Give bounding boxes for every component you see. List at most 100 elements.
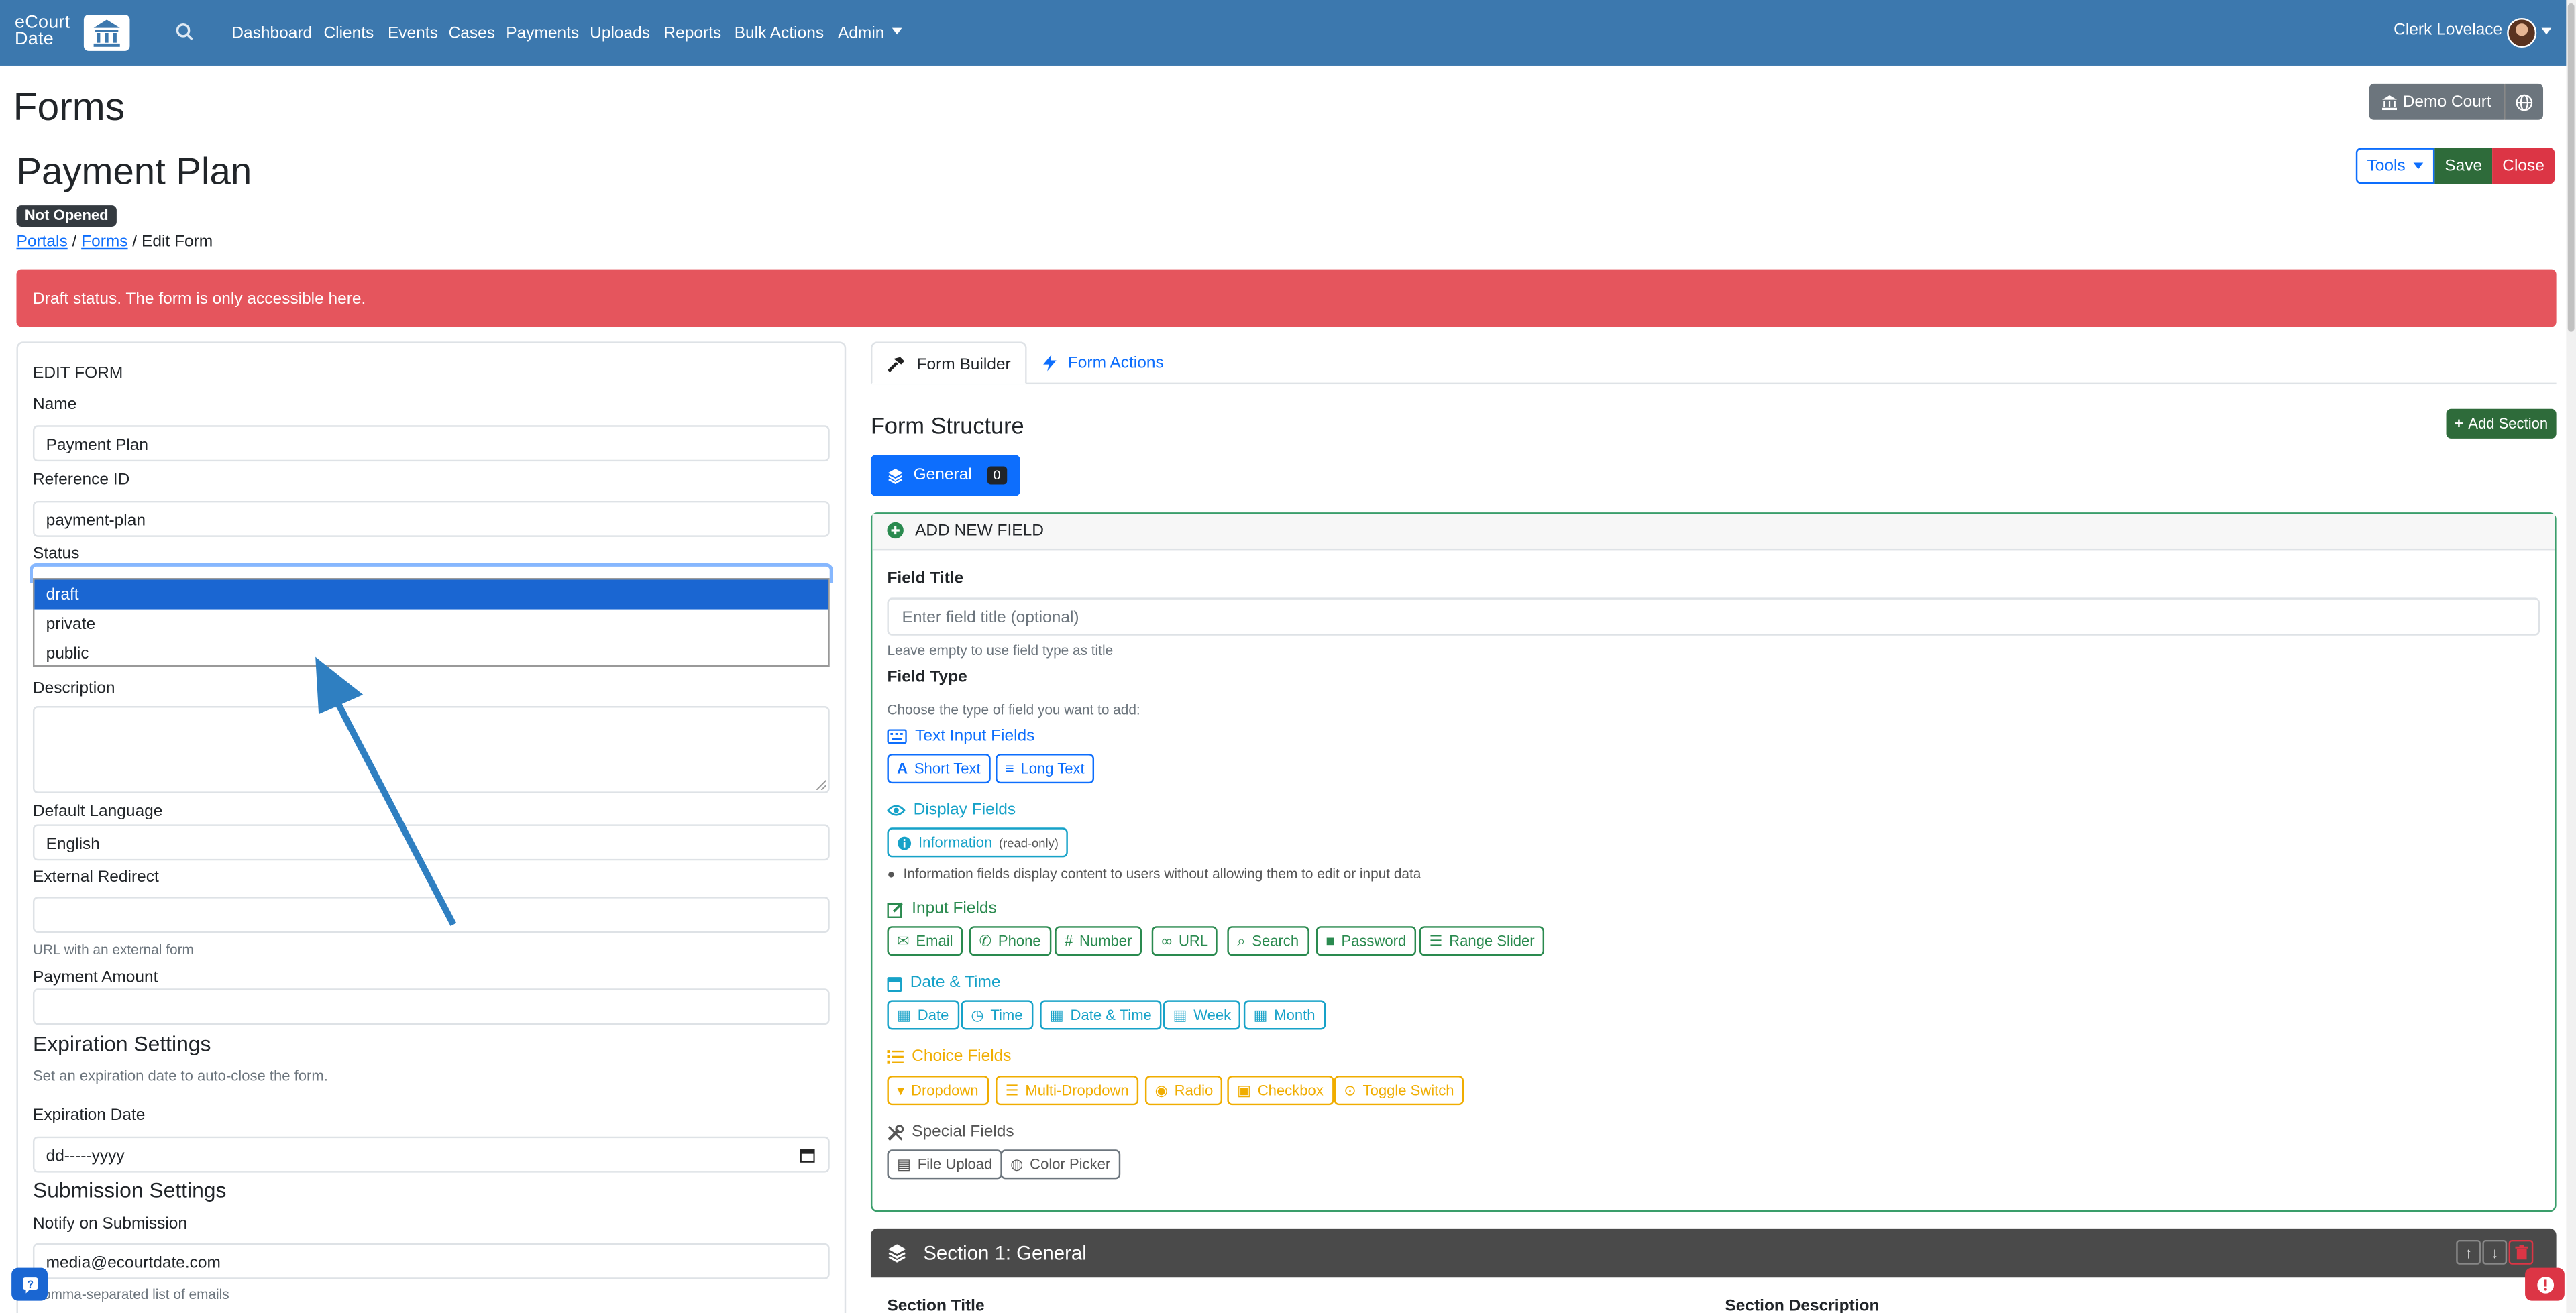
nav-uploads[interactable]: Uploads <box>590 25 650 43</box>
plus-icon: + <box>2455 415 2463 433</box>
tools-icon <box>888 1124 904 1140</box>
demo-court-button[interactable]: Demo Court <box>2369 83 2504 120</box>
dropdown-field-button[interactable]: ▾ Dropdown <box>887 1076 989 1106</box>
time-field-button[interactable]: ◷ Time <box>961 1000 1033 1030</box>
information-button[interactable]: Information (read-only) <box>887 827 1069 858</box>
reference-id-input[interactable]: payment-plan <box>32 500 830 537</box>
toggle-switch-field-button[interactable]: ⊙ Toggle Switch <box>1334 1076 1464 1106</box>
breadcrumb-current: Edit Form <box>141 233 213 251</box>
name-label: Name <box>32 396 77 414</box>
week-field-button[interactable]: ▦ Week <box>1163 1000 1241 1030</box>
short-text-button[interactable]: A Short Text <box>887 754 991 784</box>
page-scrollbar[interactable] <box>2566 0 2576 1313</box>
section-title-label: Section Title <box>887 1297 985 1313</box>
breadcrumb-forms[interactable]: Forms <box>81 233 127 251</box>
email-field-button[interactable]: ✉ Email <box>887 926 963 956</box>
reference-id-label: Reference ID <box>32 471 130 490</box>
delete-section-button[interactable] <box>2508 1239 2534 1265</box>
calendar-month-icon: ▦ <box>1253 1006 1268 1023</box>
color-picker-field-button[interactable]: ◍ Color Picker <box>1000 1149 1120 1180</box>
move-section-down-button[interactable]: ↓ <box>2482 1239 2508 1265</box>
search-icon[interactable] <box>176 23 194 41</box>
text-input-fields-group: Text Input Fields <box>887 728 1034 746</box>
hash-icon: # <box>1064 933 1073 950</box>
radio-field-button[interactable]: ◉ Radio <box>1144 1076 1223 1106</box>
save-button[interactable]: Save <box>2434 148 2493 184</box>
status-label: Status <box>32 545 80 564</box>
calendar-icon <box>887 976 902 991</box>
nav-payments[interactable]: Payments <box>506 25 579 43</box>
display-fields-note: ● Information fields display content to u… <box>887 865 1421 882</box>
expiration-date-label: Expiration Date <box>32 1106 146 1125</box>
globe-button[interactable] <box>2504 83 2544 120</box>
status-option-draft[interactable]: draft <box>34 579 828 610</box>
section-tab-general[interactable]: General 0 <box>870 455 1020 496</box>
move-section-up-button[interactable]: ↑ <box>2456 1239 2481 1265</box>
field-type-help: Choose the type of field you want to add… <box>887 701 1140 718</box>
url-field-button[interactable]: ∞ URL <box>1151 926 1218 956</box>
nav-events[interactable]: Events <box>388 25 438 43</box>
list-icon: ☰ <box>1005 1081 1019 1098</box>
user-name[interactable]: Clerk Lovelace <box>2394 21 2502 40</box>
field-type-label: Field Type <box>887 668 967 687</box>
checkbox-field-button[interactable]: ▣ Checkbox <box>1227 1076 1334 1106</box>
payment-amount-input[interactable] <box>32 988 830 1025</box>
month-field-button[interactable]: ▦ Month <box>1243 1000 1326 1030</box>
add-field-header <box>872 514 2555 551</box>
file-upload-field-button[interactable]: ▤ File Upload <box>887 1149 1002 1180</box>
add-section-button[interactable]: + Add Section <box>2446 408 2557 439</box>
add-new-field-heading: ADD NEW FIELD <box>915 522 1044 540</box>
logo-text[interactable]: eCourt Date <box>15 14 70 48</box>
chevron-down-icon[interactable] <box>2541 25 2552 43</box>
resize-handle-icon <box>816 780 826 790</box>
calendar-icon: ▦ <box>897 1006 911 1023</box>
radio-icon: ◉ <box>1155 1081 1168 1098</box>
error-report-button[interactable] <box>2525 1267 2565 1301</box>
multi-dropdown-field-button[interactable]: ☰ Multi-Dropdown <box>996 1076 1139 1106</box>
nav-admin-dropdown[interactable]: Admin <box>838 25 903 43</box>
phone-field-button[interactable]: ✆ Phone <box>969 926 1051 956</box>
section-description-label: Section Description <box>1725 1297 1880 1313</box>
courthouse-icon <box>2381 94 2396 109</box>
section-header-bar <box>870 1228 2557 1278</box>
name-input[interactable]: Payment Plan <box>32 425 830 462</box>
calendar-icon <box>800 1149 815 1163</box>
breadcrumb-portals[interactable]: Portals <box>16 233 67 251</box>
tools-dropdown-button[interactable]: Tools <box>2355 148 2435 184</box>
date-time-group: Date & Time <box>887 974 1001 992</box>
lock-icon: ■ <box>1326 933 1335 950</box>
tab-form-builder[interactable]: Form Builder <box>870 341 1027 385</box>
courthouse-logo-icon[interactable] <box>83 15 130 51</box>
tab-form-actions[interactable]: Form Actions <box>1035 341 1183 384</box>
display-fields-group: Display Fields <box>887 801 1016 819</box>
nav-reports[interactable]: Reports <box>663 25 721 43</box>
status-option-private[interactable]: private <box>34 610 828 639</box>
section-count-badge: 0 <box>986 466 1008 485</box>
nav-dashboard[interactable]: Dashboard <box>231 25 312 43</box>
nav-clients[interactable]: Clients <box>323 25 374 43</box>
status-badge: Not Opened <box>16 205 117 227</box>
date-field-button[interactable]: ▦ Date <box>887 1000 959 1030</box>
eye-icon <box>887 805 906 816</box>
calendar-icon: ▦ <box>1049 1006 1064 1023</box>
layers-icon <box>888 467 903 483</box>
help-chat-button[interactable]: ? <box>11 1267 48 1301</box>
form-name-heading: Payment Plan <box>16 149 252 192</box>
number-field-button[interactable]: # Number <box>1055 926 1142 956</box>
password-field-button[interactable]: ■ Password <box>1316 926 1416 956</box>
avatar[interactable] <box>2507 17 2537 48</box>
notify-help: Comma-separated list of emails <box>32 1286 229 1303</box>
range-slider-button[interactable]: ☰ Range Slider <box>1419 926 1545 956</box>
field-title-input[interactable]: Enter field title (optional) <box>887 597 2540 636</box>
notify-on-submission-input[interactable]: media@ecourtdate.com <box>32 1243 830 1279</box>
nav-bulk-actions[interactable]: Bulk Actions <box>735 25 824 43</box>
expiration-date-input[interactable]: dd-----yyyy <box>32 1136 830 1173</box>
close-button[interactable]: Close <box>2492 148 2555 184</box>
search-field-button[interactable]: ⌕ Search <box>1227 926 1309 956</box>
payment-amount-label: Payment Amount <box>32 968 158 987</box>
long-text-button[interactable]: ≡ Long Text <box>996 754 1095 784</box>
toggle-icon: ⊙ <box>1344 1081 1356 1098</box>
external-redirect-label: External Redirect <box>32 868 159 887</box>
date-time-field-button[interactable]: ▦ Date & Time <box>1040 1000 1162 1030</box>
nav-cases[interactable]: Cases <box>449 25 495 43</box>
